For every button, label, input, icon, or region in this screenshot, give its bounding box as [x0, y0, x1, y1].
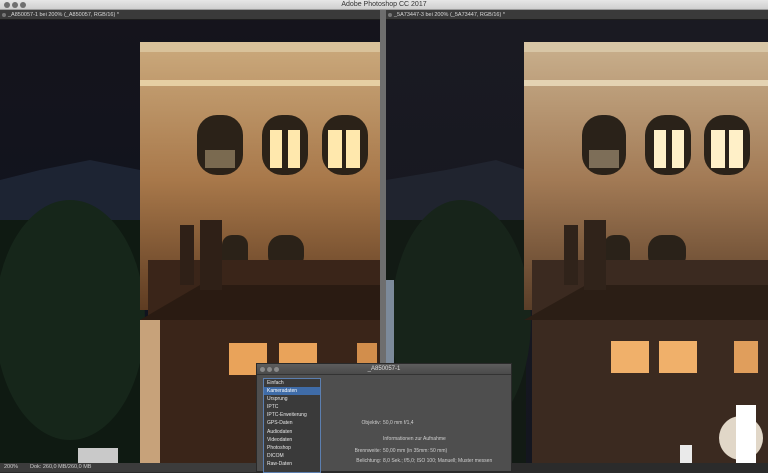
- zoom-level[interactable]: 200%: [4, 463, 18, 472]
- document-tab-left[interactable]: _A850057-1 bei 200% (_A850057, RGB/16) *: [0, 10, 380, 20]
- document-tab-left-label: _A850057-1 bei 200% (_A850057, RGB/16) *: [8, 12, 119, 18]
- objektiv-label: Objektiv:: [361, 420, 381, 426]
- belichtung-label: Belichtung:: [356, 458, 381, 464]
- category-item[interactable]: IPTC: [264, 403, 320, 411]
- brennweite-label: Brennweite:: [354, 448, 381, 454]
- category-item[interactable]: Videodaten: [264, 436, 320, 444]
- category-item[interactable]: DICOM: [264, 452, 320, 460]
- document-tab-right[interactable]: _5A73447-3 bei 200% (_5A73447, RGB/16) *: [386, 10, 768, 20]
- category-item[interactable]: Einfach: [264, 379, 320, 387]
- section-heading: Informationen zur Aufnahme: [383, 436, 446, 442]
- category-item[interactable]: Ursprung: [264, 395, 320, 403]
- brennweite-value: 50,00 mm (in 35mm: 50 mm): [383, 448, 448, 454]
- file-info-panel: _A850057-1 Einfach Kameradaten Ursprung …: [256, 363, 512, 473]
- category-item[interactable]: GPS-Daten: [264, 419, 320, 427]
- objektiv-value: 50,0 mm f/1,4: [383, 420, 414, 426]
- category-item[interactable]: Audiodaten: [264, 428, 320, 436]
- document-size[interactable]: Dok: 260,0 MB/260,0 MB: [30, 463, 91, 472]
- document-tab-right-label: _5A73447-3 bei 200% (_5A73447, RGB/16) *: [394, 12, 505, 18]
- category-item[interactable]: IPTC-Erweiterung: [264, 411, 320, 419]
- panel-title: _A850057-1: [367, 366, 401, 372]
- category-item[interactable]: Raw-Daten: [264, 460, 320, 468]
- category-item-selected[interactable]: Kameradaten: [264, 387, 320, 396]
- app-title: Adobe Photoshop CC 2017: [341, 1, 427, 8]
- file-info-category-list: Einfach Kameradaten Ursprung IPTC IPTC-E…: [263, 378, 321, 473]
- panel-titlebar[interactable]: _A850057-1: [257, 364, 511, 375]
- category-item[interactable]: Photoshop: [264, 444, 320, 452]
- app-titlebar: Adobe Photoshop CC 2017: [0, 0, 768, 10]
- belichtung-value: 8,0 Sek.; f/5,0; ISO 100; Manuell; Muste…: [383, 458, 493, 464]
